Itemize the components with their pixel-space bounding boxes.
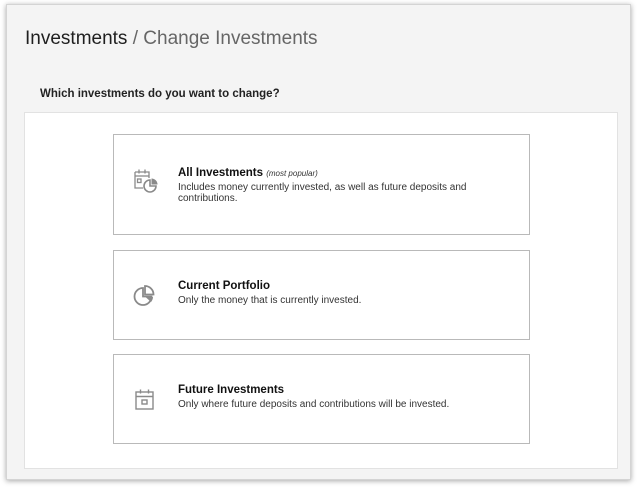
option-current-portfolio[interactable]: Current Portfolio Only the money that is… bbox=[113, 250, 530, 340]
breadcrumb-root[interactable]: Investments bbox=[25, 28, 127, 49]
option-description: Only where future deposits and contribut… bbox=[178, 399, 450, 410]
calendar-pie-chart-icon bbox=[134, 169, 158, 193]
option-future-investments[interactable]: Future Investments Only where future dep… bbox=[113, 354, 530, 444]
breadcrumb: Investments / Change Investments bbox=[25, 28, 318, 50]
option-title: Future Investments bbox=[178, 384, 285, 396]
page-title: Change Investments bbox=[143, 28, 318, 49]
option-note: (most popular) bbox=[266, 169, 318, 178]
option-all-investments[interactable]: All Investments (most popular) Includes … bbox=[113, 134, 530, 235]
option-title: All Investments bbox=[178, 167, 263, 179]
option-title: Current Portfolio bbox=[178, 280, 270, 292]
option-description: Only the money that is currently investe… bbox=[178, 295, 362, 306]
breadcrumb-separator: / bbox=[132, 28, 138, 49]
option-description: Includes money currently invested, as we… bbox=[178, 182, 467, 204]
calendar-icon bbox=[135, 389, 154, 410]
pie-chart-icon bbox=[133, 285, 155, 306]
question-label: Which investments do you want to change? bbox=[40, 88, 280, 100]
